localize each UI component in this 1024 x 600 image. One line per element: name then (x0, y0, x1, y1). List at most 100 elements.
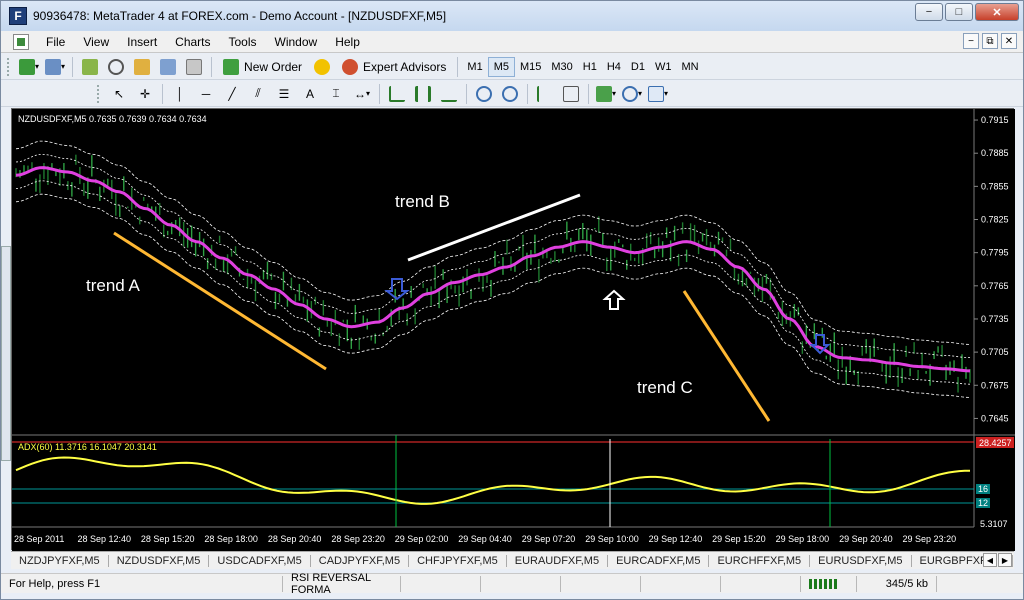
time-tick-label: 28 Sep 20:40 (268, 534, 322, 544)
expert-advisors-button[interactable]: Expert Advisors (337, 57, 451, 77)
mdi-minimize-button[interactable]: − (963, 33, 979, 49)
text-label-button[interactable]: ⌶ (325, 84, 347, 104)
indicators-button[interactable]: ▾ (595, 84, 617, 104)
chart-window-icon (13, 33, 29, 50)
menu-help[interactable]: Help (326, 35, 369, 49)
timeframe-m30[interactable]: M30 (546, 57, 577, 77)
chart-tab[interactable]: NZDUSDFXF,M5 (109, 554, 210, 567)
toolbar-grip[interactable] (7, 57, 10, 76)
tab-scroll-left-button[interactable]: ◀ (983, 553, 997, 567)
trend-a-label: trend A (86, 276, 141, 295)
zoom-in-icon (476, 85, 492, 102)
horizontal-line-button[interactable]: ─ (195, 84, 217, 104)
navigator-button[interactable] (131, 57, 153, 77)
cursor-button[interactable]: ↖ (108, 84, 130, 104)
minimize-button[interactable]: − (915, 3, 943, 21)
menu-insert[interactable]: Insert (118, 35, 166, 49)
menu-file[interactable]: File (37, 35, 74, 49)
navigator-icon (134, 58, 151, 75)
price-chart[interactable]: NZDUSDFXF,M5 0.7635 0.7639 0.7634 0.7634… (12, 109, 1015, 551)
fibonacci-icon: ☰ (278, 86, 290, 101)
mdi-close-button[interactable]: ✕ (1001, 33, 1017, 49)
timeframe-w1[interactable]: W1 (650, 57, 677, 77)
strategy-tester-button[interactable] (183, 57, 205, 77)
chart-tab[interactable]: CHFJPYFXF,M5 (409, 554, 507, 567)
chart-shift-button[interactable] (560, 84, 582, 104)
new-chart-button[interactable]: ▾ (18, 57, 40, 77)
terminal-button[interactable] (157, 57, 179, 77)
menu-tools[interactable]: Tools (220, 35, 266, 49)
time-tick-label: 28 Sep 18:00 (204, 534, 258, 544)
zoom-out-button[interactable] (499, 84, 521, 104)
profiles-button[interactable]: ▾ (44, 57, 66, 77)
vertical-line-button[interactable]: │ (169, 84, 191, 104)
maximize-button[interactable]: □ (945, 3, 973, 21)
line-chart-button[interactable] (438, 84, 460, 104)
candlesticks-button[interactable] (412, 84, 434, 104)
chart-tab[interactable]: EURAUDFXF,M5 (507, 554, 609, 567)
chart-tab[interactable]: USDCADFXF,M5 (209, 554, 311, 567)
chart-tab[interactable]: EURCADFXF,M5 (608, 554, 710, 567)
zoom-in-button[interactable] (473, 84, 495, 104)
chart-tab[interactable]: EURCHFFXF,M5 (709, 554, 811, 567)
market-watch-button[interactable] (79, 57, 101, 77)
menu-window[interactable]: Window (266, 35, 327, 49)
close-icon: ✕ (992, 6, 1002, 19)
fibonacci-button[interactable]: ☰ (273, 84, 295, 104)
crosshair-target-icon (108, 58, 125, 75)
toolbar-grip[interactable] (97, 84, 100, 103)
equidistant-channel-button[interactable]: ⫽ (247, 84, 269, 104)
text-button[interactable]: A (299, 84, 321, 104)
auto-scroll-button[interactable] (534, 84, 556, 104)
trend-c-label: trend C (637, 378, 693, 397)
chart-header: NZDUSDFXF,M5 0.7635 0.7639 0.7634 0.7634 (18, 114, 207, 124)
time-tick-label: 29 Sep 07:20 (522, 534, 576, 544)
menu-view[interactable]: View (74, 35, 118, 49)
timeframe-h1[interactable]: H1 (578, 57, 602, 77)
chart-tab[interactable]: NZDJPYFXF,M5 (11, 554, 109, 567)
periods-button[interactable]: ▾ (621, 84, 643, 104)
toolbar-separator (457, 56, 459, 77)
timeframe-m1[interactable]: M1 (462, 57, 487, 77)
collapsed-side-panel[interactable] (1, 246, 11, 461)
time-tick-label: 29 Sep 15:20 (712, 534, 766, 544)
time-tick-label: 29 Sep 04:40 (458, 534, 512, 544)
trendline-button[interactable]: ╱ (221, 84, 243, 104)
price-tick-label: 0.7735 (981, 314, 1009, 324)
warning-button[interactable] (311, 57, 333, 77)
templates-icon (648, 85, 665, 102)
indicator-header: ADX(60) 11.3716 16.1047 20.3141 (18, 442, 157, 452)
bar-chart-button[interactable] (386, 84, 408, 104)
data-window-button[interactable] (105, 57, 127, 77)
zoom-out-icon (502, 85, 518, 102)
templates-button[interactable]: ▾ (647, 84, 669, 104)
candlesticks-icon (415, 85, 431, 102)
chart-tab[interactable]: EURUSDFXF,M5 (810, 554, 912, 567)
timeframe-h4[interactable]: H4 (602, 57, 626, 77)
menu-charts[interactable]: Charts (166, 35, 219, 49)
timeframe-mn[interactable]: MN (676, 57, 703, 77)
bar-chart-icon (389, 85, 405, 102)
crosshair-button[interactable]: ✛ (134, 84, 156, 104)
timeframe-d1[interactable]: D1 (626, 57, 650, 77)
close-button[interactable]: ✕ (975, 3, 1019, 21)
arrows-button[interactable]: ↔ ▾ (351, 84, 373, 104)
new-order-button[interactable]: New Order (218, 57, 307, 77)
arrows-icon: ↔ (353, 86, 366, 101)
mdi-restore-button[interactable]: ⧉ (982, 33, 998, 49)
maximize-icon: □ (955, 6, 963, 18)
chart-tab[interactable]: CADJPYFXF,M5 (311, 554, 410, 567)
level-12-value: 12 (978, 498, 988, 508)
price-tick-label: 0.7705 (981, 347, 1009, 357)
title-bar[interactable]: F 90936478: MetaTrader 4 at FOREX.com - … (1, 1, 1023, 31)
standard-toolbar: ▾ ▾ New Order Expert Advisors M1 M5 M15 … (1, 54, 1023, 80)
chart-window[interactable]: NZDUSDFXF,M5 0.7635 0.7639 0.7634 0.7634… (11, 108, 1015, 551)
time-tick-label: 29 Sep 18:00 (776, 534, 830, 544)
timeframe-m5[interactable]: M5 (487, 56, 515, 77)
trendline-icon: ╱ (228, 86, 236, 101)
tab-scroll-right-button[interactable]: ▶ (998, 553, 1012, 567)
status-cell-empty (721, 575, 801, 592)
line-studies-toolbar: ↖ ✛ │ ─ ╱ ⫽ ☰ A ⌶ ↔ ▾ ▾ ▾ ▾ (1, 81, 1023, 107)
time-tick-label: 28 Sep 12:40 (77, 534, 131, 544)
timeframe-m15[interactable]: M15 (515, 57, 546, 77)
